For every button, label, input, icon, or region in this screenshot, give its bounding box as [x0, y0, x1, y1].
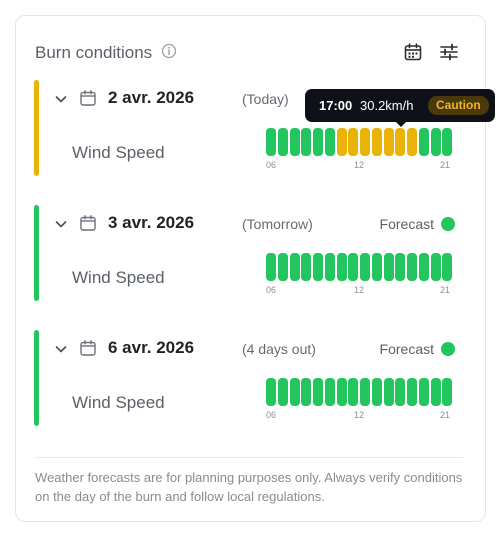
hour-segment[interactable]: [266, 253, 276, 281]
day-status-bar: [34, 205, 39, 301]
hour-segment[interactable]: [289, 128, 300, 156]
day-relative-label: (4 days out): [242, 341, 316, 357]
hour-segment[interactable]: [407, 253, 417, 281]
hour-segment[interactable]: [371, 253, 382, 281]
hour-segment[interactable]: [348, 378, 359, 406]
card-title: Burn conditions: [35, 43, 153, 62]
hour-segment[interactable]: [395, 253, 406, 281]
status-dot: [441, 342, 455, 356]
card-header: Burn conditions: [35, 42, 463, 66]
calendar-icon[interactable]: [403, 42, 423, 62]
hour-tick-label: 12: [354, 160, 365, 170]
metric-label: Wind Speed: [72, 143, 165, 162]
hour-segment[interactable]: [383, 128, 394, 156]
hour-segment[interactable]: [371, 378, 382, 406]
caution-badge: Caution: [428, 96, 489, 115]
chevron-down-icon[interactable]: [54, 217, 68, 231]
hour-tick-label: 21: [440, 160, 451, 170]
hour-segment[interactable]: [442, 128, 453, 156]
metric-label: Wind Speed: [72, 393, 165, 412]
forecast-status: Forecast: [379, 341, 434, 357]
hour-segment[interactable]: [430, 253, 441, 281]
hour-segment[interactable]: [301, 253, 312, 281]
hour-segment[interactable]: [360, 128, 370, 156]
hour-segment[interactable]: [277, 378, 288, 406]
forecast-status: Forecast: [379, 216, 434, 232]
hour-segment[interactable]: [277, 128, 288, 156]
hour-segment[interactable]: [324, 378, 335, 406]
chevron-down-icon[interactable]: [54, 92, 68, 106]
hour-segment[interactable]: [336, 378, 347, 406]
hourly-wind-bar: [266, 253, 454, 281]
footer-divider: [35, 457, 463, 458]
hour-segment[interactable]: [348, 253, 359, 281]
hour-segment[interactable]: [371, 128, 382, 156]
calendar-icon: [80, 215, 96, 231]
hour-segment[interactable]: [348, 128, 359, 156]
hour-segment[interactable]: [313, 253, 323, 281]
hour-tick-label: 12: [354, 410, 365, 420]
sliders-icon[interactable]: [439, 42, 459, 62]
hour-segment[interactable]: [336, 128, 347, 156]
hour-segment[interactable]: [407, 128, 417, 156]
tooltip-time: 17:00: [319, 98, 353, 113]
footer-note: Weather forecasts are for planning purpo…: [35, 470, 463, 504]
day-date: 6 avr. 2026: [108, 338, 195, 357]
hour-segment[interactable]: [395, 128, 406, 156]
metric-label: Wind Speed: [72, 268, 165, 287]
hour-segment[interactable]: [313, 128, 323, 156]
hour-segment[interactable]: [383, 378, 394, 406]
hourly-wind-bar: [266, 128, 454, 156]
hour-tick-label: 06: [266, 285, 277, 295]
day-relative-label: (Tomorrow): [242, 216, 313, 232]
day-section: 6 avr. 2026 (4 days out) Forecast Wind Spee…: [34, 330, 464, 426]
chevron-down-icon[interactable]: [54, 342, 68, 356]
day-status-bar: [34, 330, 39, 426]
hour-segment[interactable]: [442, 378, 453, 406]
hour-tick-label: 12: [354, 285, 365, 295]
hour-segment[interactable]: [442, 253, 453, 281]
day-date: 2 avr. 2026: [108, 88, 195, 107]
hour-segment[interactable]: [360, 253, 370, 281]
wind-tooltip: 17:00 30.2km/h Caution: [305, 89, 495, 127]
hour-segment[interactable]: [418, 378, 429, 406]
status-dot: [441, 217, 455, 231]
day-relative-label: (Today): [242, 91, 289, 107]
hour-segment[interactable]: [313, 378, 323, 406]
hour-segment[interactable]: [418, 128, 429, 156]
hour-segment[interactable]: [336, 253, 347, 281]
calendar-icon: [80, 90, 96, 106]
hour-segment[interactable]: [430, 128, 441, 156]
hour-segment[interactable]: [301, 128, 312, 156]
hour-tick-label: 21: [440, 410, 451, 420]
hour-tick-label: 06: [266, 160, 277, 170]
day-date: 3 avr. 2026: [108, 213, 195, 232]
hour-segment[interactable]: [360, 378, 370, 406]
hour-segment[interactable]: [383, 253, 394, 281]
hour-segment[interactable]: [277, 253, 288, 281]
calendar-icon: [80, 340, 96, 356]
hour-segment[interactable]: [289, 378, 300, 406]
day-section: 3 avr. 2026 (Tomorrow) Forecast Wind Speed 0…: [34, 205, 464, 301]
tooltip-value: 30.2km/h: [360, 98, 414, 113]
hour-segment[interactable]: [430, 378, 441, 406]
hour-tick-label: 21: [440, 285, 451, 295]
hour-segment[interactable]: [301, 378, 312, 406]
hour-segment[interactable]: [418, 253, 429, 281]
hour-segment[interactable]: [266, 378, 276, 406]
hourly-wind-bar: [266, 378, 454, 406]
hour-segment[interactable]: [407, 378, 417, 406]
hour-segment[interactable]: [395, 378, 406, 406]
info-icon[interactable]: [161, 43, 177, 59]
hour-segment[interactable]: [324, 253, 335, 281]
hour-segment[interactable]: [289, 253, 300, 281]
hour-segment[interactable]: [324, 128, 335, 156]
hour-segment[interactable]: [266, 128, 276, 156]
hour-tick-label: 06: [266, 410, 277, 420]
day-status-bar: [34, 80, 39, 176]
